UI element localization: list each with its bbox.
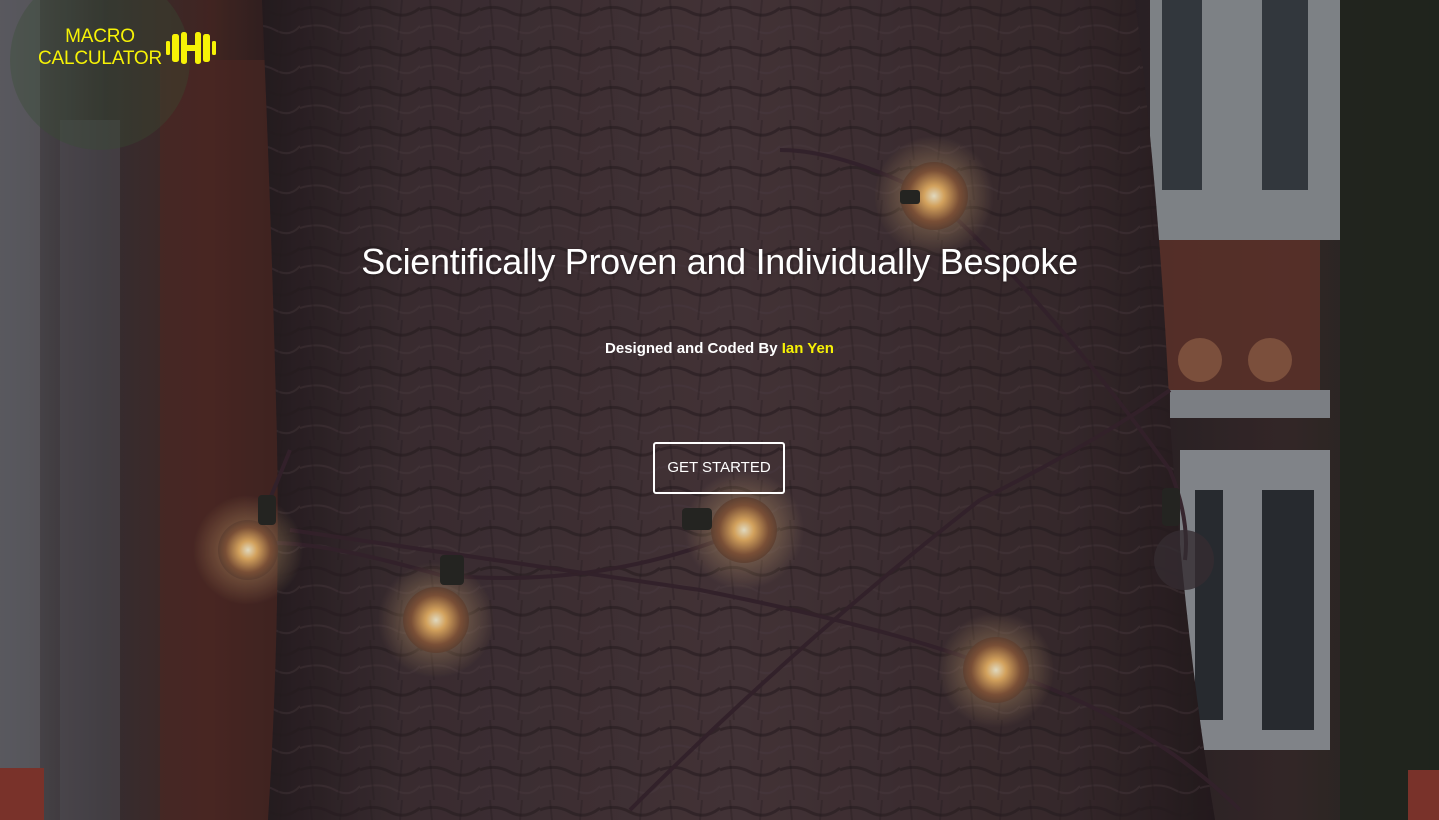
hero-section: MACRO CALCULATOR Scientifically Proven a… xyxy=(0,0,1439,820)
brand-name: MACRO CALCULATOR xyxy=(38,26,162,70)
credit-prefix: Designed and Coded By xyxy=(605,340,778,357)
brand-logo[interactable]: MACRO CALCULATOR xyxy=(38,26,216,70)
brand-line-2: CALCULATOR xyxy=(38,48,162,69)
dumbbell-icon xyxy=(166,32,216,64)
credit-line: Designed and Coded By Ian Yen xyxy=(0,339,1439,359)
brand-line-1: MACRO xyxy=(65,26,135,47)
hero-headline: Scientifically Proven and Individually B… xyxy=(361,241,1078,282)
background-photo xyxy=(0,0,1439,820)
get-started-button[interactable]: GET STARTED xyxy=(653,442,785,494)
author-name: Ian Yen xyxy=(781,340,834,357)
